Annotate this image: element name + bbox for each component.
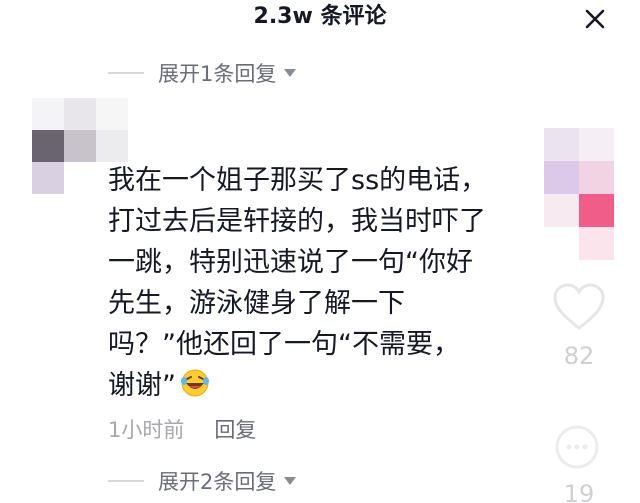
comment-line: 谢谢” [108,370,176,401]
reply-button[interactable]: 回复 [214,414,256,444]
pixelated-image [544,128,614,260]
expand-replies-label: 展开2条回复 [158,470,277,494]
comment-bubble-icon[interactable] [552,422,602,472]
comment-time: 1小时前 [108,418,185,442]
heart-icon[interactable] [552,282,606,332]
comment-line: 我在一个姐子那买了ss的电话， [108,165,488,196]
second-count: 19 [563,480,595,503]
laughing-crying-emoji-icon [181,369,209,397]
comment-meta: 1小时前 回复 [108,414,256,444]
comment-line: 吗？”他还回了一句“不需要， [108,329,460,360]
comment-line: 一跳，特别迅速说了一句“你好 [108,247,473,278]
divider-dash [108,480,144,482]
caret-down-icon [284,69,297,77]
expand-replies-bottom[interactable]: 展开2条回复 [108,466,297,496]
comment-line-last: 谢谢” [108,365,548,406]
divider-dash [108,72,144,74]
comment-line: 先生，游泳健身了解一下 [108,288,405,319]
comment-line: 打过去后是轩接的，我当时吓了 [108,206,486,237]
like-count: 82 [563,342,595,370]
comments-title: 2.3w 条评论 [253,4,387,29]
comment-body: 我在一个姐子那买了ss的电话， 打过去后是轩接的，我当时吓了 一跳，特别迅速说了… [108,160,548,406]
expand-replies-label: 展开1条回复 [158,62,277,86]
close-button[interactable] [580,4,610,34]
expand-replies-top[interactable]: 展开1条回复 [108,58,297,88]
close-icon [585,9,605,29]
caret-down-icon [284,477,297,485]
